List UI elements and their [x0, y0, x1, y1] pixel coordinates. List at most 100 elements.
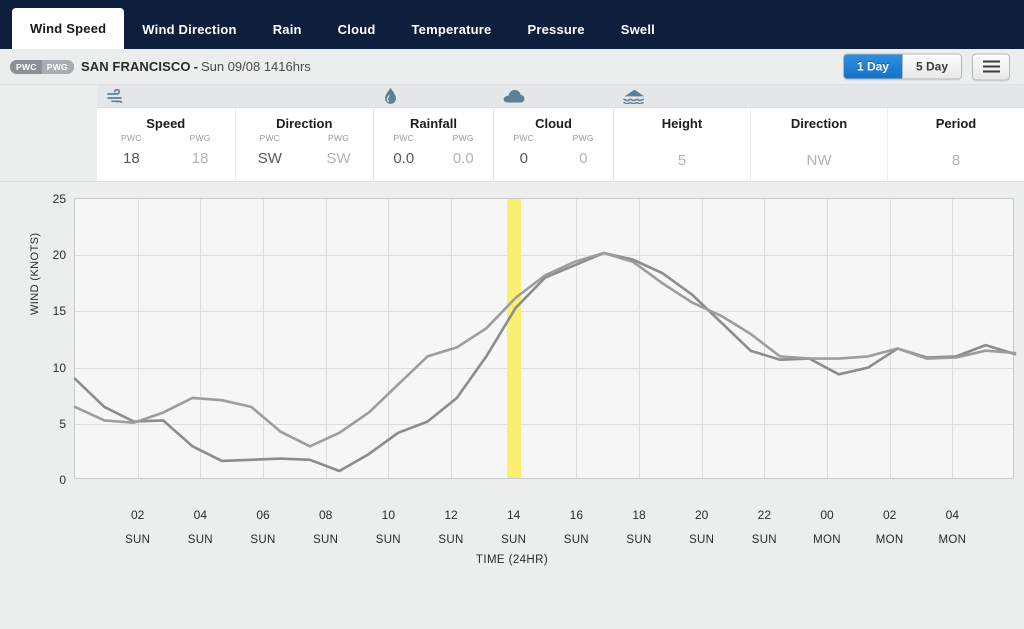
summary-model-label: PWG: [328, 133, 350, 143]
chart-line-pwc: [73, 251, 1017, 448]
x-tick-day: SUN: [751, 534, 777, 546]
summary-value-cell: NW: [751, 152, 887, 169]
summary-value: 0: [519, 150, 528, 167]
x-tick-day: SUN: [250, 534, 276, 546]
summary-value-row: PWC 0 PWG 0: [494, 131, 613, 167]
x-axis-tick: 16 SUN: [551, 508, 601, 546]
x-tick-day: MON: [938, 534, 967, 546]
x-axis-tick: 20 SUN: [677, 508, 727, 546]
x-tick-day: SUN: [563, 534, 589, 546]
summary-column-title: Rainfall: [410, 116, 457, 131]
x-axis-tick: 02 MON: [865, 508, 915, 546]
hamburger-menu-button[interactable]: [972, 53, 1010, 80]
range-toggle: 1 Day 5 Day: [842, 53, 962, 80]
y-axis-tick: 0: [59, 473, 66, 487]
x-tick-hour: 02: [130, 508, 145, 522]
x-tick-day: SUN: [438, 534, 464, 546]
menu-bar-1: [982, 60, 1000, 63]
x-axis-tick: 14 SUN: [489, 508, 539, 546]
summary-value-cell: PWC 0.0: [374, 131, 434, 167]
summary-value-cell: PWC 0: [494, 131, 554, 167]
summary-group-icon-cell: [614, 85, 1024, 108]
wind-forecast-app: Wind Speed Wind Direction Rain Cloud Tempera…: [0, 0, 1024, 629]
menu-bar-3: [982, 70, 1000, 73]
range-option-1-day[interactable]: 1 Day: [843, 54, 902, 79]
summary-model-label: PWG: [189, 133, 211, 143]
summary-model-label: PWC: [121, 133, 142, 143]
x-axis-tick: 22 SUN: [739, 508, 789, 546]
summary-value: SW: [257, 150, 282, 167]
x-tick-hour: 22: [757, 508, 771, 522]
x-tick-hour: 18: [632, 508, 646, 522]
x-tick-hour: 20: [694, 508, 709, 522]
x-axis-tick: 04 MON: [927, 508, 977, 546]
x-tick-day: MON: [813, 534, 841, 546]
tab-rain[interactable]: Rain: [255, 11, 320, 49]
summary-value-row: PWC SW PWG SW: [236, 131, 374, 167]
summary-value-cell: PWG 0.0: [434, 131, 494, 167]
summary-value: 18: [123, 150, 140, 167]
y-axis-tick: 5: [59, 416, 66, 431]
wind-speed-chart-panel: WIND (KNOTS) 0 5 10 15 20 25 02 SUN 04 SUN 06 SUN 08…: [0, 181, 1024, 579]
chart-plot-area: WIND (KNOTS) 0 5 10 15 20 25 02 SUN 04 SUN 06 SUN 08…: [29, 192, 1017, 546]
x-tick-hour: 06: [256, 508, 270, 522]
x-tick-hour: 10: [381, 508, 395, 522]
x-tick-hour: 16: [569, 508, 583, 522]
y-axis-label: WIND (KNOTS): [29, 232, 41, 315]
menu-bar-2: [982, 65, 1000, 68]
location-separator: -: [193, 59, 198, 74]
summary-group-wind: Speed PWC 18 PWG 18 Direction PWC SW PWG SW: [97, 85, 374, 181]
summary-value: 0: [579, 150, 588, 167]
summary-group-body: Speed PWC 18 PWG 18 Direction PWC SW PWG SW: [97, 108, 373, 181]
chart-line-pwg: [73, 251, 1017, 473]
x-axis-tick: 02 SUN: [113, 508, 163, 546]
x-axis-tick: 12 SUN: [426, 508, 476, 546]
y-axis-tick: 15: [52, 304, 66, 319]
summary-value-cell: 8: [888, 152, 1024, 169]
location-timestamp: Sun 09/08 1416hrs: [200, 59, 311, 74]
x-tick-hour: 08: [318, 508, 333, 522]
summary-column-rainfall: Rainfall PWC 0.0 PWG 0.0: [374, 108, 493, 181]
badge-pwg: PWG: [41, 59, 74, 74]
summary-model-label: PWC: [393, 133, 415, 143]
summary-column-cloud: Cloud PWC 0 PWG 0: [494, 108, 613, 181]
summary-model-label: PWG: [572, 133, 594, 143]
x-tick-day: SUN: [125, 534, 151, 546]
summary-column-direction: Direction PWC SW PWG SW: [236, 108, 374, 181]
tab-cloud[interactable]: Cloud: [320, 11, 394, 49]
y-axis-tick: 25: [52, 192, 66, 206]
summary-value: 0.0: [393, 150, 415, 167]
summary-group-icon-cell: [374, 85, 493, 108]
summary-value: 5: [677, 152, 687, 169]
range-option-5-day[interactable]: 5 Day: [901, 54, 961, 79]
summary-group-body: Cloud PWC 0 PWG 0: [494, 108, 613, 181]
x-tick-hour: 04: [193, 508, 207, 522]
summary-column-height: Height 5: [614, 108, 751, 181]
tab-wind-speed[interactable]: Wind Speed: [12, 8, 125, 49]
summary-column-title: Direction: [790, 116, 848, 131]
tab-swell[interactable]: Swell: [603, 11, 673, 49]
chart-series-layer: [73, 251, 1017, 473]
summary-column-title: Period: [935, 116, 977, 131]
summary-value-row: PWC 0.0 PWG 0.0: [374, 131, 493, 167]
summary-group-body: Rainfall PWC 0.0 PWG 0.0: [374, 108, 493, 181]
summary-column-direction: Direction NW: [751, 108, 888, 181]
raindrop-icon: [383, 87, 398, 106]
x-tick-hour: 12: [444, 508, 458, 522]
summary-value-row: PWC 18 PWG 18: [97, 131, 235, 167]
summary-value-row: 5: [614, 131, 750, 169]
x-tick-hour: 04: [945, 508, 959, 522]
x-axis-tick: 00 MON: [802, 508, 852, 546]
swell-wave-icon: [623, 89, 646, 104]
tab-pressure[interactable]: Pressure: [509, 11, 602, 49]
summary-group-swell-wave: Height 5 Direction NW Period 8: [614, 85, 1024, 181]
model-badges: PWC PWG: [10, 59, 74, 74]
summary-model-label: PWC: [259, 133, 281, 143]
summary-column-title: Cloud: [535, 116, 572, 131]
x-tick-hour: 02: [882, 508, 897, 522]
x-tick-day: SUN: [626, 534, 652, 546]
tab-temperature[interactable]: Temperature: [394, 11, 510, 49]
summary-value: NW: [806, 152, 832, 169]
tab-wind-direction[interactable]: Wind Direction: [124, 11, 254, 49]
summary-group-raindrop: Rainfall PWC 0.0 PWG 0.0: [374, 85, 494, 181]
